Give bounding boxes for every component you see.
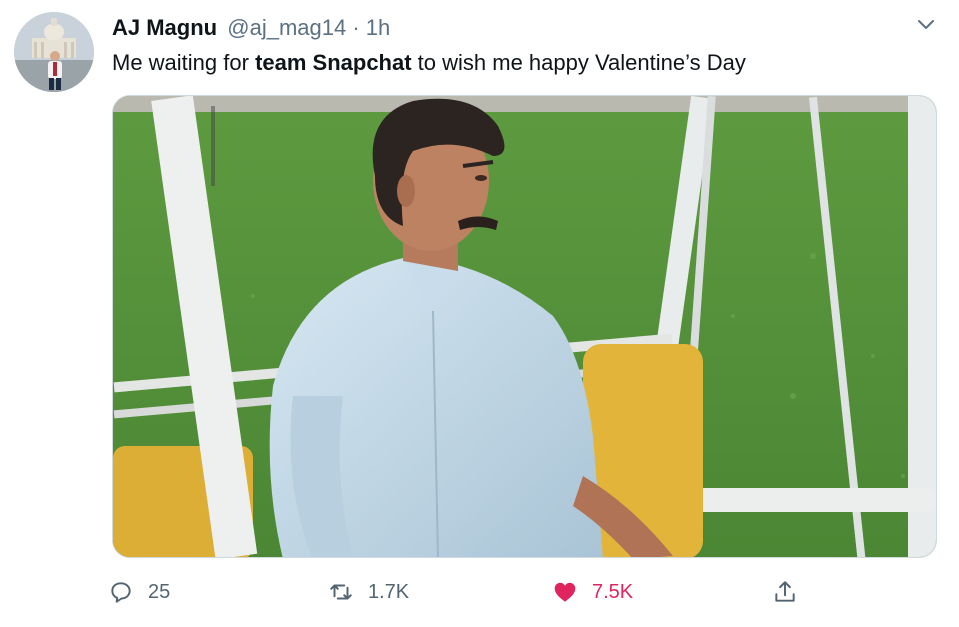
avatar-image: [14, 12, 94, 92]
retweet-count: 1.7K: [368, 580, 410, 603]
retweet-icon: [330, 584, 352, 600]
tweet-text-bold: team Snapchat: [255, 50, 412, 75]
share-icon: [775, 581, 795, 602]
reply-icon: [111, 582, 131, 603]
heart-icon: [554, 582, 576, 602]
tweet-header: AJ Magnu @aj_mag14 · 1h: [112, 14, 390, 42]
like-button[interactable]: 7.5K: [552, 574, 633, 610]
author-name[interactable]: AJ Magnu: [112, 15, 217, 40]
tweet-text: Me waiting for team Snapchat to wish me …: [112, 48, 746, 78]
avatar[interactable]: [14, 12, 94, 92]
tweet-card[interactable]: AJ Magnu @aj_mag14 · 1h Me waiting for t…: [0, 0, 959, 627]
reply-button[interactable]: 25: [108, 574, 170, 610]
like-count: 7.5K: [592, 580, 634, 603]
author-handle[interactable]: @aj_mag14: [227, 15, 346, 40]
reply-count: 25: [148, 580, 171, 603]
timestamp[interactable]: 1h: [366, 15, 390, 40]
chevron-down-icon[interactable]: [915, 14, 937, 36]
retweet-button[interactable]: 1.7K: [328, 574, 409, 610]
share-button[interactable]: [772, 574, 812, 610]
tweet-text-part: Me waiting for: [112, 50, 256, 75]
separator-dot: ·: [352, 15, 360, 40]
tweet-text-part: to wish me happy Valentine’s Day: [411, 50, 746, 75]
photo-image: [113, 96, 936, 557]
tweet-photo[interactable]: [112, 95, 937, 558]
tweet-actions: 25 1.7K 7.5K: [108, 574, 828, 610]
